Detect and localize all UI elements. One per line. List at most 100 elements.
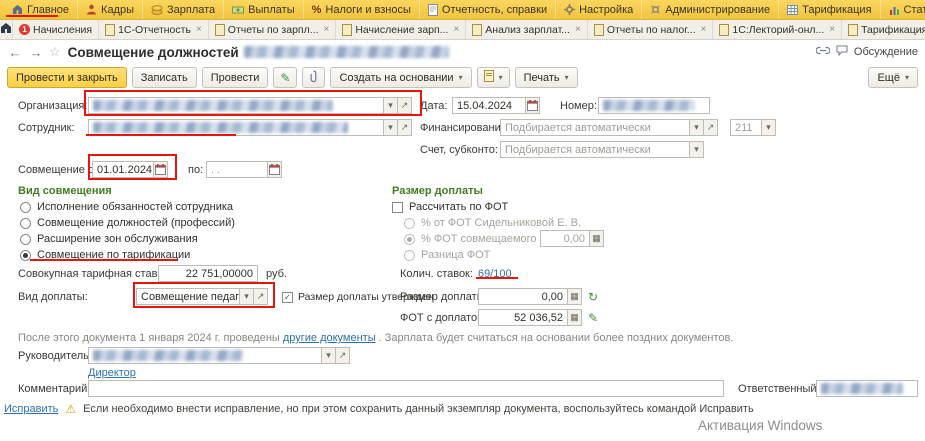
fot-total-calc-icon[interactable]: ▦ [568,309,582,326]
period-from-calendar-button[interactable] [154,161,168,178]
comment-label: Комментарий: [18,383,90,395]
tab-otchety-po-zarplate[interactable]: Отчеты по зарпл... × [209,20,337,39]
write-button[interactable]: Записать [132,67,197,88]
get-link-icon[interactable] [816,46,830,58]
menu-item-statistika[interactable]: Статистика [881,0,925,19]
account-dropdown-button[interactable]: ▾ [690,141,704,158]
more-button[interactable]: Ещё▾ [868,67,918,88]
financing-field[interactable]: Подбирается автоматически [500,119,690,136]
menu-item-administrirovanie[interactable]: Администрирование [642,0,779,19]
supplement-kind-open-button[interactable]: ↗ [254,288,268,305]
date-calendar-button[interactable] [526,97,540,114]
menu-item-glavnoe[interactable]: Главное [4,0,78,19]
date-field[interactable]: 15.04.2024 [452,97,526,114]
home-tab[interactable] [0,20,13,39]
post-button[interactable]: Провести [202,67,269,88]
manager-field[interactable] [88,347,322,364]
other-documents-link[interactable]: другие документы [283,332,376,344]
org-open-button[interactable]: ↗ [398,97,412,114]
radio-sovmeshchenie-dolzhnostey[interactable]: Совмещение должностей (профессий) [20,217,235,229]
close-icon[interactable]: × [453,24,459,35]
checkbox-calc-by-fot[interactable]: Рассчитать по ФОТ [392,201,508,213]
period-to-label: по: [188,164,203,176]
radio-icon [20,234,31,245]
pct-combined-calc-icon[interactable]: ▦ [590,230,604,247]
radio-pct-fot-named[interactable]: % от ФОТ Сидельниковой Е. В. [404,217,581,229]
attachments-button[interactable] [302,67,325,88]
manager-dropdown-button[interactable]: ▾ [322,347,336,364]
supplement-kind-field[interactable]: Совмещение педагогичес... [136,288,240,305]
org-dropdown-button[interactable]: ▾ [384,97,398,114]
tab-otchety-po-nalogam[interactable]: Отчеты по налог... × [588,20,714,39]
menu-item-tarifikatsiya[interactable]: Тарификация [779,0,880,19]
radio-sovmeshchenie-po-tarifikatsii[interactable]: Совмещение по тарификации [20,249,190,261]
close-icon[interactable]: × [701,24,707,35]
financing-open-button[interactable]: ↗ [704,119,718,136]
menu-item-zarplata[interactable]: Зарплата [143,0,224,19]
close-icon[interactable]: × [575,24,581,35]
pct-combined-field[interactable]: 0,00 [540,230,590,247]
supplement-amount-field[interactable]: 0,00 [478,288,568,305]
rate-count-link[interactable]: 69/100 [478,268,512,280]
org-label: Организация: [18,100,87,112]
favorite-star-icon[interactable]: ☆ [49,44,61,60]
close-icon[interactable]: × [829,24,835,35]
period-from-field[interactable]: 01.01.2024 [92,161,154,178]
employee-dropdown-button[interactable]: ▾ [384,119,398,136]
comment-field[interactable] [88,380,724,397]
account-field[interactable]: Подбирается автоматически [500,141,690,158]
create-based-on-button[interactable]: Создать на основании▾ [330,67,471,88]
recalculate-icon[interactable]: ↻ [588,290,598,304]
director-link[interactable]: Директор [88,367,136,379]
tab-tarifikatsiya-sosh[interactable]: Тарификация СОШ × [842,20,925,39]
kek-dropdown-button[interactable]: ▾ [762,119,776,136]
radio-rasshirenie-zon[interactable]: Расширение зон обслуживания [20,233,198,245]
radio-ispolnenie[interactable]: Исполнение обязанностей сотрудника [20,201,233,213]
app-window: Главное Кадры Зарплата Выплаты % Налоги … [0,0,925,438]
discussion-icon[interactable] [836,45,848,59]
radio-pct-fot-combined[interactable]: % ФОТ совмещаемого [404,233,537,245]
radio-label: % от ФОТ Сидельниковой Е. В. [421,217,581,229]
back-icon[interactable]: ← [7,45,23,60]
kek-field[interactable]: 211 [730,119,762,136]
reports-menu-button[interactable]: ▾ [477,67,510,88]
edit-fot-icon[interactable]: ✎ [588,311,598,325]
tab-label: 1С-Отчетность [118,24,191,36]
tab-lektoriy[interactable]: 1С:Лекторий-онл... × [713,20,842,39]
menu-item-nalogi[interactable]: % Налоги и взносы [304,0,420,19]
responsible-field[interactable] [816,380,918,397]
chevron-down-icon: ▾ [499,73,503,82]
radio-fot-difference[interactable]: Разница ФОТ [404,249,490,261]
supplement-amount-calc-icon[interactable]: ▦ [568,288,582,305]
edit-pencil-button[interactable]: ✎ [273,67,297,88]
period-to-calendar-button[interactable] [268,161,282,178]
menu-item-kadry[interactable]: Кадры [78,0,143,19]
manager-open-button[interactable]: ↗ [336,347,350,364]
tab-1c-otchetnost[interactable]: 1С-Отчетность × [99,20,209,39]
supplement-kind-dropdown-button[interactable]: ▾ [240,288,254,305]
close-icon[interactable]: × [196,24,202,35]
discussion-label[interactable]: Обсуждение [854,46,918,58]
fot-total-field[interactable]: 52 036,52 [478,309,568,326]
menu-item-vyplaty[interactable]: Выплаты [224,0,303,19]
close-icon[interactable]: × [324,24,330,35]
org-field[interactable] [88,97,384,114]
post-and-close-button[interactable]: Провести и закрыть [7,67,127,88]
financing-dropdown-button[interactable]: ▾ [690,119,704,136]
forward-icon[interactable]: → [28,45,44,60]
menu-label: Главное [27,4,69,16]
employee-field[interactable] [88,119,384,136]
tab-nachislenie-zarplaty[interactable]: Начисление зарп... × [336,20,466,39]
tab-analiz-zarplaty[interactable]: Анализ зарплат... × [466,20,588,39]
employee-value-redacted [93,122,348,133]
period-label: Совмещение с: [18,164,96,176]
menu-item-nastroyka[interactable]: Настройка [556,0,642,19]
print-button[interactable]: Печать▾ [515,67,578,88]
tab-nachisleniya[interactable]: 1 Начисления [13,20,99,39]
number-field[interactable] [598,97,710,114]
menu-item-otchetnost[interactable]: Отчетность, справки [420,0,556,19]
fix-link[interactable]: Исправить [4,403,58,415]
employee-open-button[interactable]: ↗ [398,119,412,136]
tariff-rate-field[interactable]: 22 751,00000 [158,265,258,282]
period-to-field[interactable]: . . [206,161,268,178]
